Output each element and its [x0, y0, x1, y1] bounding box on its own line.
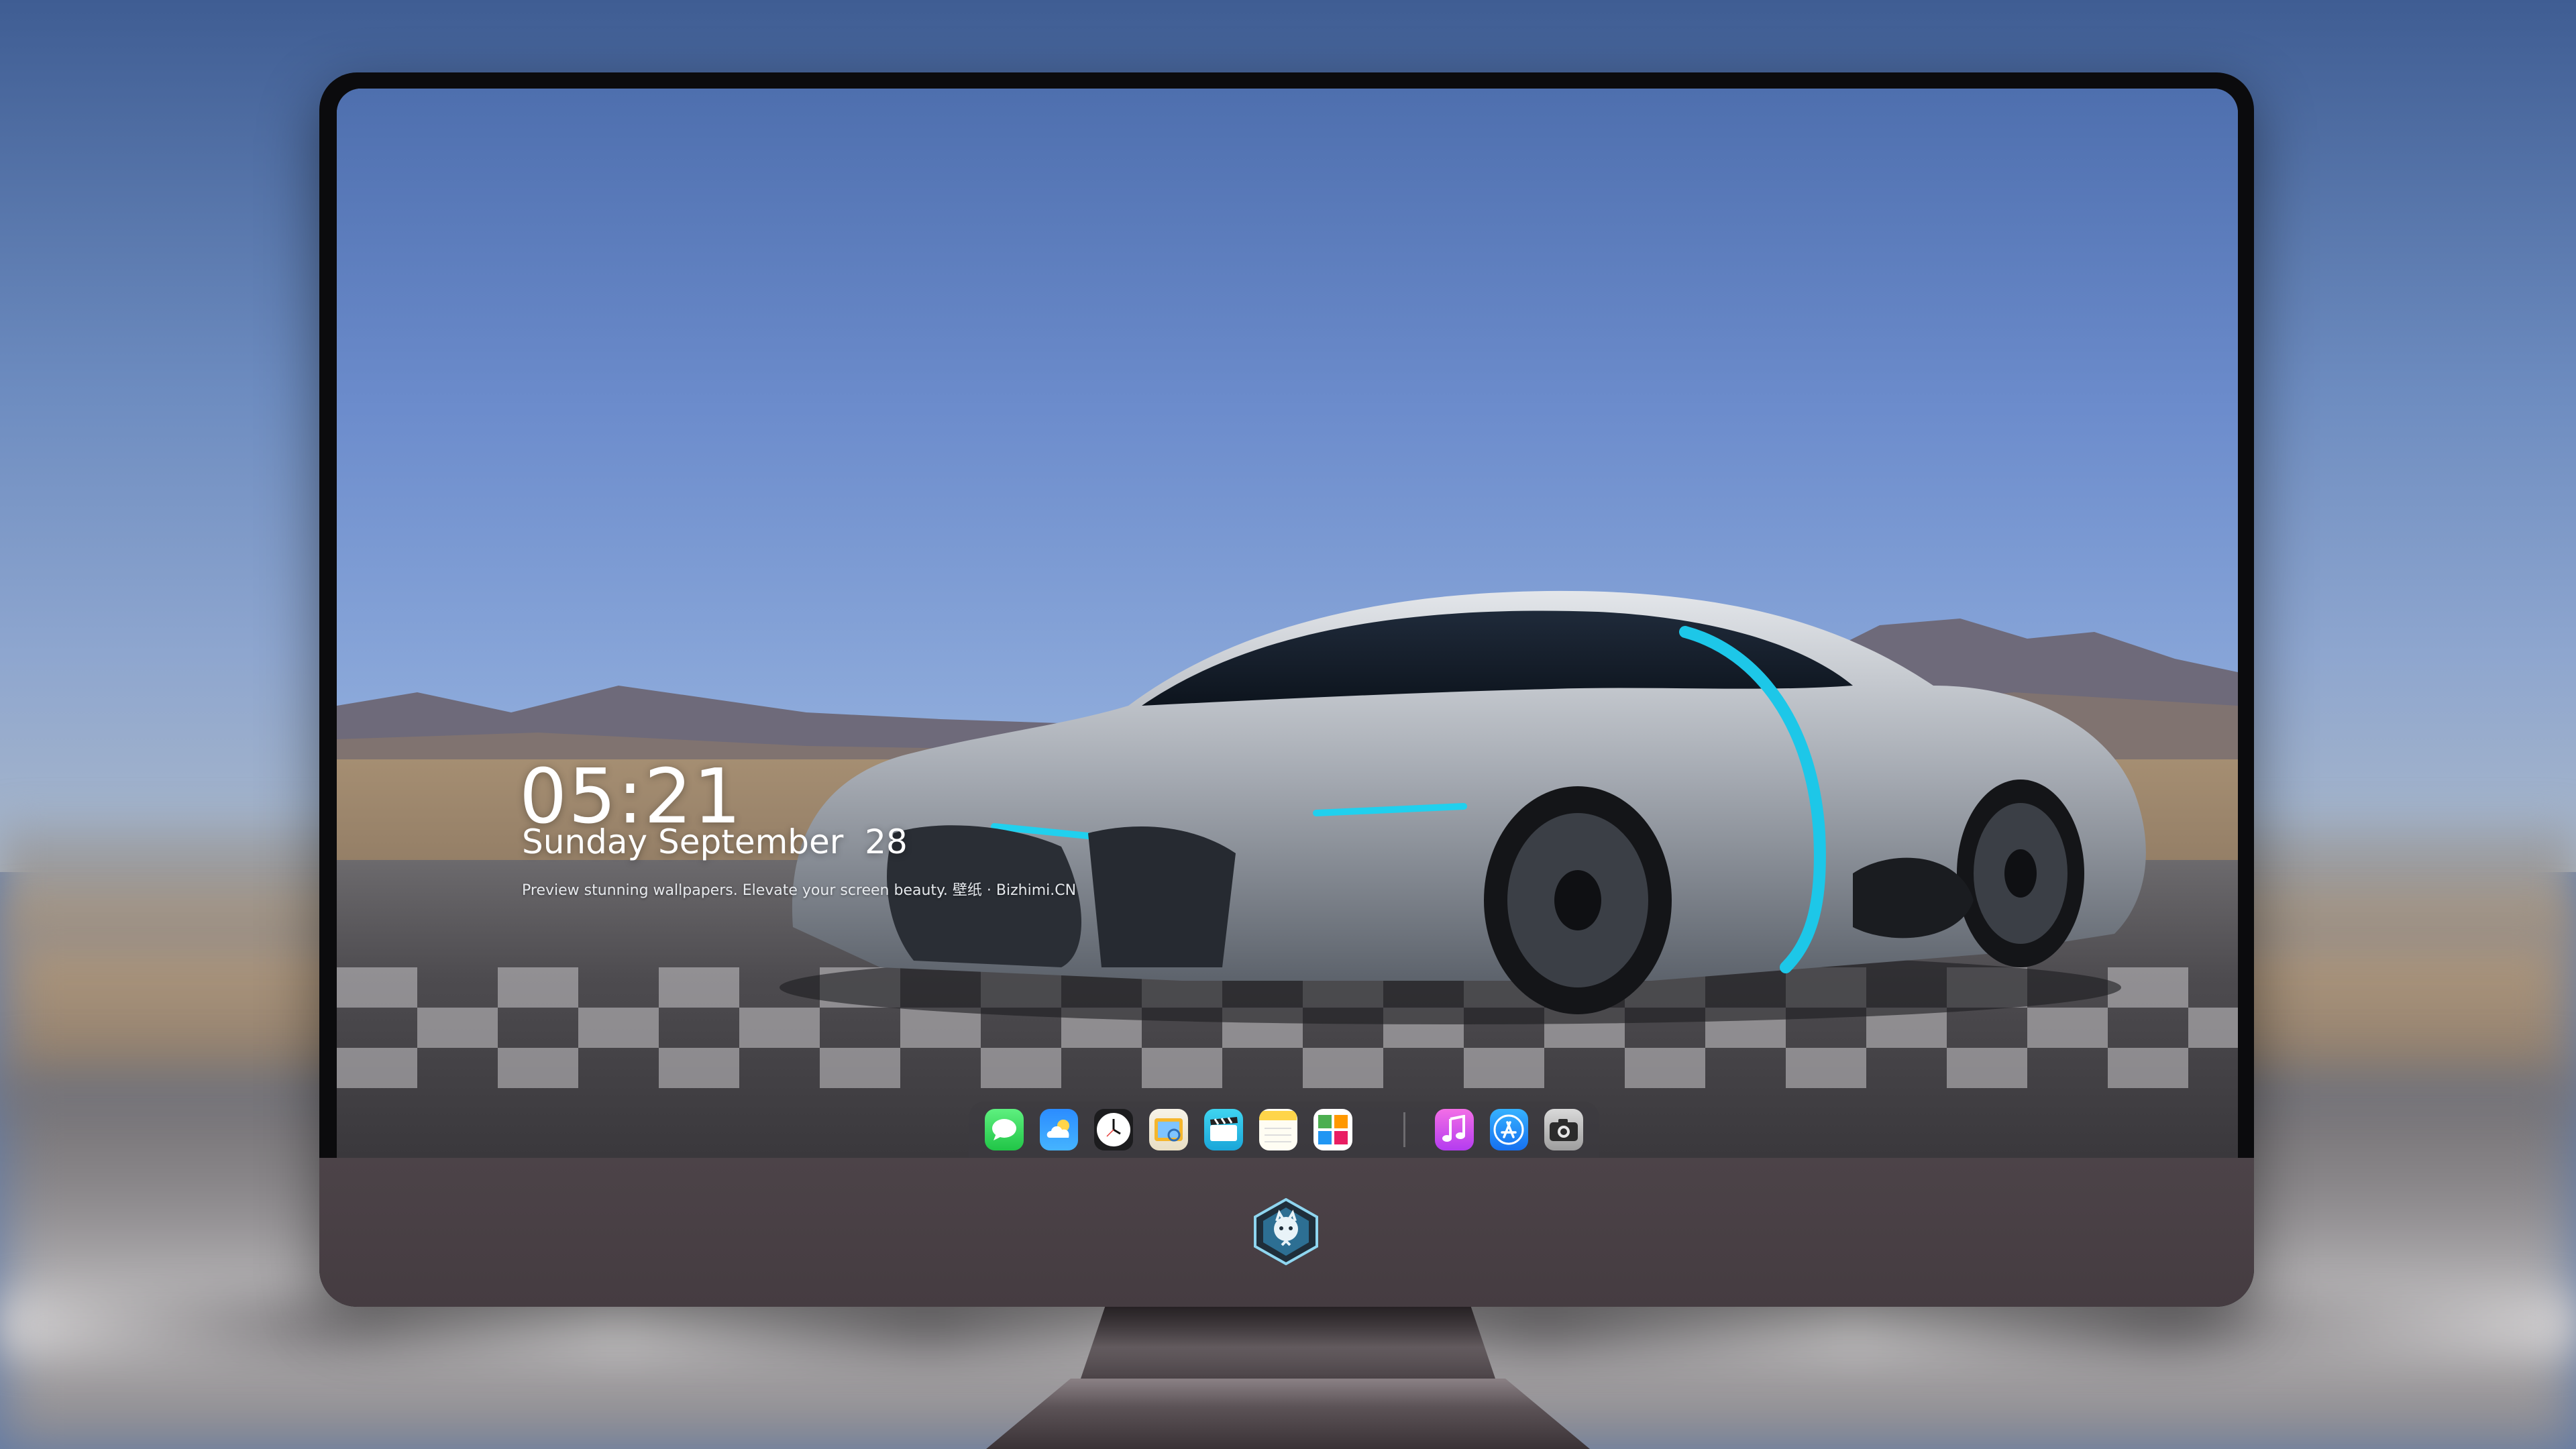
- car-rear-wheel: [1957, 780, 2084, 967]
- dock-app-camera[interactable]: [1544, 1109, 1583, 1150]
- cloud-icon: [1046, 1120, 1069, 1138]
- wallpaper-car: [780, 590, 2146, 1024]
- monitor: 05:21 Sunday September 28 Preview stunni…: [319, 72, 2254, 1307]
- dock-app-notes[interactable]: [1258, 1109, 1298, 1150]
- dock-app-messages[interactable]: [985, 1109, 1024, 1150]
- dock-app-preview[interactable]: [1149, 1109, 1188, 1150]
- monitor-stand-base: [986, 1379, 1590, 1449]
- clock-icon: [1097, 1113, 1131, 1146]
- dock-app-music[interactable]: [1434, 1109, 1474, 1150]
- music-note-icon: [1442, 1115, 1465, 1142]
- dock-app-weather[interactable]: [1039, 1109, 1079, 1150]
- camera-icon: [1550, 1119, 1578, 1141]
- wallpaper-caption[interactable]: Preview stunning wallpapers. Elevate you…: [522, 883, 1076, 898]
- dock: [969, 1102, 1599, 1158]
- dock-app-photos-collage[interactable]: [1313, 1109, 1353, 1150]
- message-bubble-icon: [991, 1119, 1016, 1140]
- app-store-icon: [1493, 1114, 1524, 1145]
- brand-logo-icon: [1254, 1198, 1318, 1265]
- monitor-stand-neck: [1080, 1307, 1496, 1381]
- dock-app-clock[interactable]: [1094, 1109, 1134, 1150]
- collage-icon: [1318, 1115, 1348, 1144]
- lock-screen-date: Sunday September 28: [522, 822, 908, 861]
- lock-screen[interactable]: 05:21 Sunday September 28 Preview stunni…: [337, 89, 2238, 1158]
- photo-viewer-icon: [1155, 1118, 1183, 1142]
- notes-icon: [1259, 1111, 1297, 1142]
- dock-app-app-store[interactable]: [1489, 1109, 1529, 1150]
- car-front-wheel: [1484, 786, 1672, 1014]
- dock-separator: [1403, 1112, 1405, 1147]
- dock-app-clips[interactable]: [1203, 1109, 1243, 1150]
- clapperboard-icon: [1210, 1117, 1238, 1141]
